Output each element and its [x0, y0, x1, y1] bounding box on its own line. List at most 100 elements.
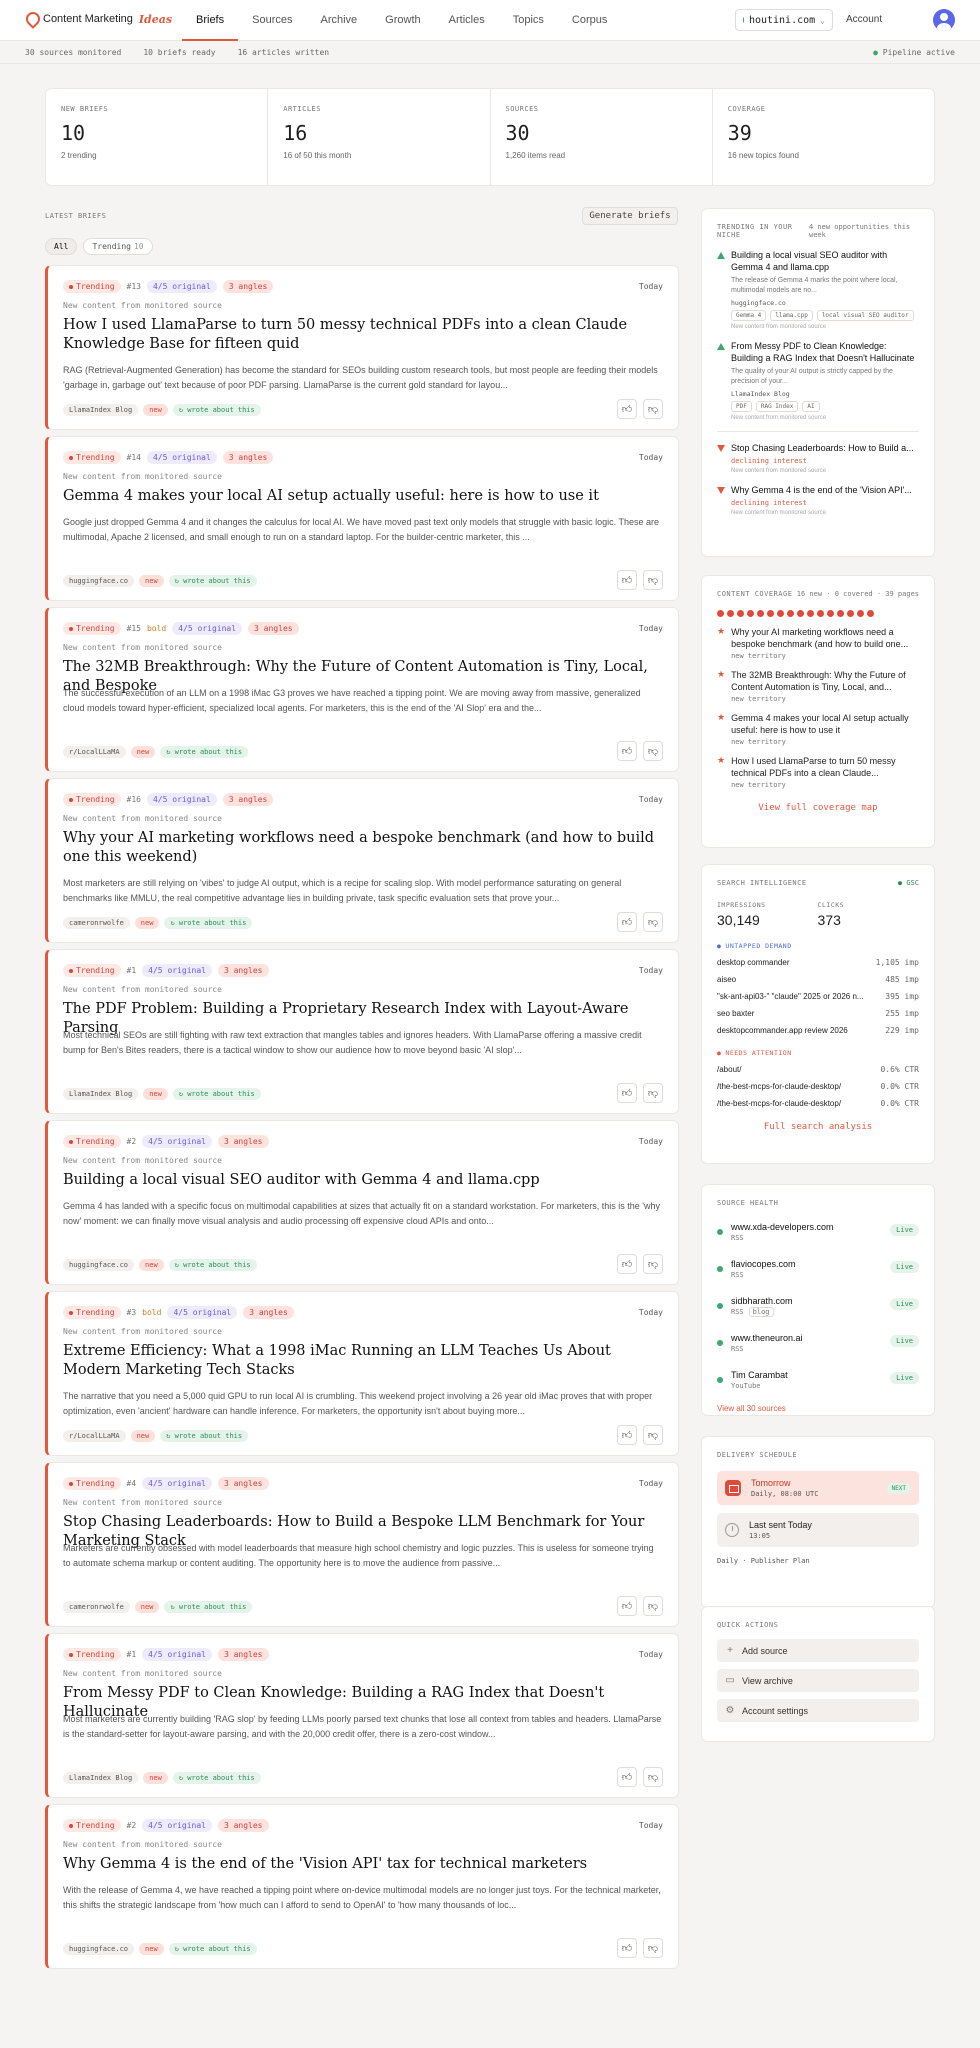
source-row[interactable]: Tim Carambat YouTube Live [717, 1368, 919, 1392]
brief-card[interactable]: Trending #2 4/5 original 3 angles Today New c… [45, 1804, 679, 1969]
live-badge: Live [890, 1224, 919, 1236]
nav-sources[interactable]: Sources [238, 0, 306, 41]
brief-card[interactable]: Trending #2 4/5 original 3 angles Today New c… [45, 1120, 679, 1285]
coverage-item[interactable]: ★ How I used LlamaParse to turn 50 messy … [717, 755, 919, 789]
trending-item[interactable]: Stop Chasing Leaderboards: How to Build … [717, 442, 919, 474]
brief-title[interactable]: The PDF Problem: Building a Proprietary … [63, 1000, 663, 1036]
search-analysis-link[interactable]: Full search analysis [717, 1122, 919, 1132]
brief-title[interactable]: Extreme Efficiency: What a 1998 iMac Run… [63, 1342, 663, 1381]
brief-title[interactable]: From Messy PDF to Clean Knowledge: Build… [63, 1684, 663, 1720]
search-row[interactable]: desktop commander 1,105 imp [717, 958, 919, 967]
thumbs-down-icon[interactable]: 👎︎ [643, 1596, 663, 1616]
source-row[interactable]: flaviocopes.com RSS Live [717, 1257, 919, 1281]
thumbs-down-icon[interactable]: 👎︎ [643, 912, 663, 932]
brief-card[interactable]: Trending #15 bold 4/5 original 3 angles Today… [45, 607, 679, 772]
thumbs-up-icon[interactable]: 👍︎ [617, 912, 637, 932]
source-row[interactable]: www.theneuron.ai RSS Live [717, 1331, 919, 1355]
coverage-item[interactable]: ★ The 32MB Breakthrough: Why the Future o… [717, 669, 919, 703]
generate-briefs-button[interactable]: Generate briefs [582, 207, 678, 225]
nav-corpus[interactable]: Corpus [558, 0, 621, 41]
brief-card[interactable]: Trending #4 4/5 original 3 angles Today New c… [45, 1462, 679, 1627]
search-row[interactable]: aiseo 485 imp [717, 975, 919, 984]
wrote-about-chip[interactable]: ↻ wrote about this [168, 1259, 257, 1271]
trending-item[interactable]: Why Gemma 4 is the end of the 'Vision AP… [717, 484, 919, 516]
brief-card[interactable]: Trending #13 4/5 original 3 angles Today New … [45, 265, 679, 430]
search-row[interactable]: /the-best-mcps-for-claude-desktop/0.0% C… [717, 1099, 919, 1108]
wrote-about-chip[interactable]: ↻ wrote about this [160, 1430, 249, 1442]
wrote-about-chip[interactable]: ↻ wrote about this [160, 746, 249, 758]
source-row[interactable]: sidbharath.com RSS blog Live [717, 1294, 919, 1318]
stat-label: COVERAGE [727, 105, 766, 113]
search-row[interactable]: desktopcommander.app review 2026 229 imp [717, 1026, 919, 1035]
thumbs-down-icon[interactable]: 👎︎ [643, 570, 663, 590]
account-settings-button[interactable]: ⚙ Account settings [717, 1699, 919, 1722]
nav-articles[interactable]: Articles [435, 0, 499, 41]
search-row[interactable]: "sk-ant-api03-" "claude" 2025 or 2026 n.… [717, 992, 919, 1001]
wrote-about-chip[interactable]: ↻ wrote about this [168, 1943, 257, 1955]
wrote-about-chip[interactable]: ↻ wrote about this [164, 917, 253, 929]
clicks-value: 373 [817, 912, 841, 928]
brand-logo[interactable]: Content Marketing Ideas [25, 12, 172, 26]
filter-trending[interactable]: Trending 10 [83, 238, 153, 255]
next-delivery[interactable]: Tomorrow Daily, 08:00 UTC NEXT [717, 1471, 919, 1505]
thumbs-up-icon[interactable]: 👍︎ [617, 741, 637, 761]
thumbs-down-icon[interactable]: 👎︎ [643, 1938, 663, 1958]
status-dot-icon [743, 17, 744, 23]
brief-title[interactable]: Building a local visual SEO auditor with… [63, 1171, 663, 1191]
nav-growth[interactable]: Growth [371, 0, 434, 41]
nav-briefs[interactable]: Briefs [182, 0, 239, 41]
view-archive-button[interactable]: ▭ View archive [717, 1669, 919, 1692]
search-row[interactable]: seo baxter 255 imp [717, 1009, 919, 1018]
wrote-about-chip[interactable]: ↻ wrote about this [164, 1601, 253, 1613]
brief-title[interactable]: Why Gemma 4 is the end of the 'Vision AP… [63, 1855, 663, 1875]
brief-title[interactable]: How I used LlamaParse to turn 50 messy t… [63, 316, 663, 355]
domain-selector[interactable]: houtini.com ⌄ [735, 9, 833, 31]
brief-card[interactable]: Trending #16 4/5 original 3 angles Today New … [45, 778, 679, 943]
live-dot-icon [717, 1340, 723, 1346]
brief-card[interactable]: Trending #1 4/5 original 3 angles Today New c… [45, 1633, 679, 1798]
thumbs-down-icon[interactable]: 👎︎ [643, 1767, 663, 1787]
brief-card[interactable]: Trending #14 4/5 original 3 angles Today New … [45, 436, 679, 601]
brief-title[interactable]: Gemma 4 makes your local AI setup actual… [63, 487, 663, 507]
wrote-about-chip[interactable]: ↻ wrote about this [172, 404, 261, 416]
wrote-about-chip[interactable]: ↻ wrote about this [172, 1772, 261, 1784]
filter-all[interactable]: All [45, 238, 78, 255]
thumbs-up-icon[interactable]: 👍︎ [617, 1767, 637, 1787]
trending-item[interactable]: From Messy PDF to Clean Knowledge: Build… [717, 340, 919, 421]
nav-archive[interactable]: Archive [306, 0, 371, 41]
thumbs-up-icon[interactable]: 👍︎ [617, 1938, 637, 1958]
thumbs-down-icon[interactable]: 👎︎ [643, 741, 663, 761]
avatar[interactable] [933, 9, 955, 31]
trending-item[interactable]: Building a local visual SEO auditor with… [717, 249, 919, 330]
coverage-item[interactable]: ★ Gemma 4 makes your local AI setup actua… [717, 712, 919, 746]
thumbs-up-icon[interactable]: 👍︎ [617, 1254, 637, 1274]
search-row[interactable]: /the-best-mcps-for-claude-desktop/0.0% C… [717, 1082, 919, 1091]
brief-card[interactable]: Trending #3 bold 4/5 original 3 angles Today N… [45, 1291, 679, 1456]
thumbs-up-icon[interactable]: 👍︎ [617, 1083, 637, 1103]
trending-item-source: LlamaIndex Blog [731, 390, 790, 398]
thumbs-down-icon[interactable]: 👎︎ [643, 1425, 663, 1445]
wrote-about-chip[interactable]: ↻ wrote about this [172, 1088, 261, 1100]
brief-card[interactable]: Trending #1 4/5 original 3 angles Today New c… [45, 949, 679, 1114]
thumbs-up-icon[interactable]: 👍︎ [617, 399, 637, 419]
plan-label: Daily · Publisher Plan [717, 1557, 810, 1565]
add-source-button[interactable]: + Add source [717, 1639, 919, 1662]
thumbs-up-icon[interactable]: 👍︎ [617, 1425, 637, 1445]
view-all-sources-link[interactable]: View all 30 sources [717, 1404, 919, 1413]
trending-badge: Trending [63, 964, 121, 977]
thumbs-down-icon[interactable]: 👎︎ [643, 399, 663, 419]
wrote-about-chip[interactable]: ↻ wrote about this [168, 575, 257, 587]
coverage-map-link[interactable]: View full coverage map [717, 803, 919, 813]
account-link[interactable]: Account [846, 14, 882, 25]
thumbs-down-icon[interactable]: 👎︎ [643, 1254, 663, 1274]
brief-title[interactable]: The 32MB Breakthrough: Why the Future of… [63, 658, 663, 694]
nav-topics[interactable]: Topics [499, 0, 558, 41]
thumbs-down-icon[interactable]: 👎︎ [643, 1083, 663, 1103]
thumbs-up-icon[interactable]: 👍︎ [617, 1596, 637, 1616]
brief-title[interactable]: Stop Chasing Leaderboards: How to Build … [63, 1513, 663, 1549]
thumbs-up-icon[interactable]: 👍︎ [617, 570, 637, 590]
brief-title[interactable]: Why your AI marketing workflows need a b… [63, 829, 663, 868]
search-row[interactable]: /about/0.6% CTR [717, 1065, 919, 1074]
coverage-item[interactable]: ★ Why your AI marketing workflows need a … [717, 626, 919, 660]
source-row[interactable]: www.xda-developers.com RSS Live [717, 1220, 919, 1244]
